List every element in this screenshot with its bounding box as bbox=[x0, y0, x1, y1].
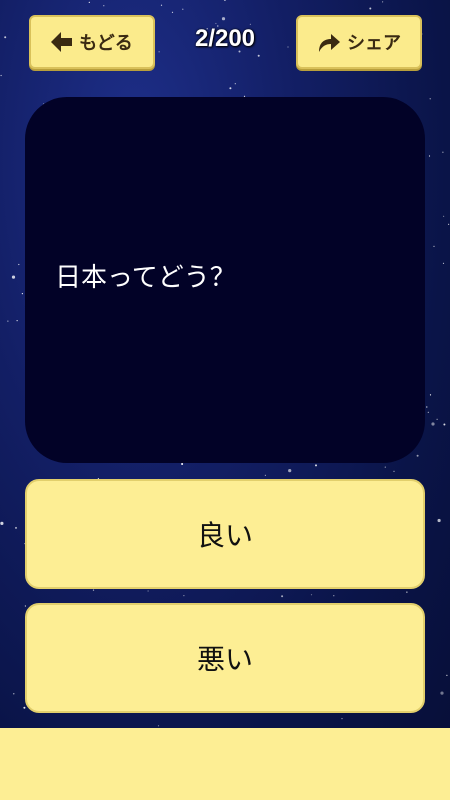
share-button-label: シェア bbox=[347, 33, 401, 54]
answer-bad-button[interactable]: 悪い bbox=[25, 603, 425, 713]
back-button[interactable]: もどる bbox=[29, 15, 155, 69]
answer-good-label: 良い bbox=[196, 519, 253, 552]
answer-good-button[interactable]: 良い bbox=[25, 479, 425, 589]
back-button-label: もどる bbox=[79, 33, 133, 54]
share-button[interactable]: シェア bbox=[296, 15, 422, 69]
answer-bad-label: 悪い bbox=[196, 643, 253, 676]
ad-banner-area bbox=[0, 728, 450, 800]
share-arrow-icon bbox=[319, 34, 340, 52]
arrow-left-icon bbox=[51, 32, 73, 52]
question-card: 日本ってどう？ bbox=[25, 97, 425, 463]
question-text: 日本ってどう？ bbox=[55, 263, 236, 293]
question-progress: 2/200 bbox=[194, 25, 256, 52]
